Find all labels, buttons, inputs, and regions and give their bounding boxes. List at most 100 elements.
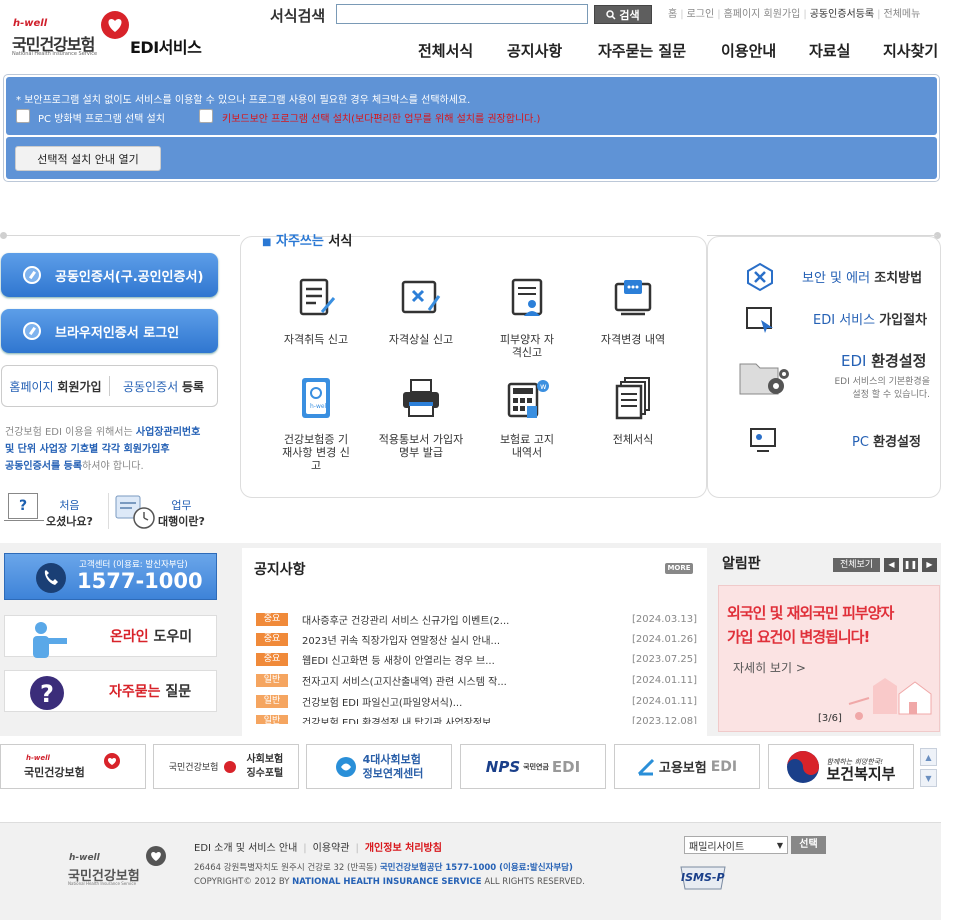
partner-p4-a: NPS <box>485 757 521 776</box>
error-x-icon <box>747 262 773 292</box>
join-link[interactable]: 홈페이지 회원가입 <box>2 378 109 395</box>
notice-row[interactable]: 중요 대사증후군 건강관리 서비스 신규가입 이벤트(2... [2024.03.1… <box>256 610 697 629</box>
partner-4-insurance-center[interactable]: 4대사회보험 정보연계센터 <box>306 744 452 789</box>
partner-down-button[interactable]: ▼ <box>920 769 937 787</box>
partner-social-insurance-portal[interactable]: 국민건강보험 사회보험 징수포털 <box>153 744 299 789</box>
partner-up-button[interactable]: ▲ <box>920 748 937 766</box>
footer-copy-b: NATIONAL HEALTH INSURANCE SERVICE <box>292 877 482 887</box>
cert-register-link[interactable]: 공동인증서 등록 <box>110 378 217 395</box>
top-link-join[interactable]: 홈페이지 회원가입 <box>724 9 801 20</box>
notice-row[interactable]: 일반 건강보험 EDI 파일신고(파일양서식)... [2024.01.11] <box>256 692 697 711</box>
customer-center-banner[interactable]: 고객센터 (이용료: 발신자부담) 1577-1000 <box>4 553 217 600</box>
top-link-login[interactable]: 로그인 <box>687 9 715 20</box>
fav-item-dependent[interactable]: 피부양자 자격신고 <box>472 276 582 359</box>
notice-badge: 일반 <box>256 715 288 724</box>
online-helper-button[interactable]: 온라인 도우미 <box>4 615 217 658</box>
banner-headline: 외국인 및 재외국민 피부양자 가입 요건이 변경됩니다! <box>727 601 894 649</box>
agent-service-a: 업무 <box>171 499 192 512</box>
nav-notice[interactable]: 공지사항 <box>507 40 598 61</box>
first-visit-link[interactable]: 처음 오셨나요? <box>46 498 93 530</box>
helper-person-icon <box>33 622 67 658</box>
notice-more-button[interactable]: MORE <box>665 563 693 574</box>
cert-login-button[interactable]: 공동인증서(구.공인인증서) <box>1 253 218 297</box>
search-button-label: 검색 <box>619 8 640 22</box>
fav-item-qualification-loss[interactable]: 자격상실 신고 <box>366 276 476 346</box>
faq-button[interactable]: ? 자주묻는 질문 <box>4 670 217 712</box>
fav-item-card-change[interactable]: h-well 건강보험증 기재사항 변경 신고 <box>261 376 371 472</box>
nav-guide[interactable]: 이용안내 <box>721 40 809 61</box>
taegeuk-logo-icon <box>787 750 820 783</box>
fav-item-all-forms[interactable]: 전체서식 <box>578 376 688 446</box>
footer-links: EDI 소개 및 서비스 안내 | 이용약관 | 개인정보 처리방침 <box>194 843 442 854</box>
footer-copy-c: ALL RIGHTS RESERVED. <box>484 877 585 887</box>
divider-dot <box>0 232 7 239</box>
fav-item-notice-issue[interactable]: 적용통보서 가입자명부 발급 <box>366 376 476 459</box>
security-guide-bar: 선택적 설치 안내 열기 <box>6 137 937 179</box>
family-site-select[interactable]: 패밀리사이트 ▼ <box>684 836 788 854</box>
security-note: * 보안프로그램 설치 없이도 서비스를 이용할 수 있으나 프로그램 사용이 … <box>16 95 471 106</box>
search-icon <box>606 9 616 20</box>
nav-library[interactable]: 자료실 <box>809 40 883 61</box>
search-button[interactable]: 검색 <box>594 5 652 24</box>
edi-env-b: 환경설정 <box>871 352 927 370</box>
partner-mohw[interactable]: 함께하는 희망한국! 보건복지부 <box>768 744 914 789</box>
svg-text:w: w <box>540 382 547 391</box>
notice-row[interactable]: 중요 2023년 귀속 직장가입자 연말정산 실시 안내... [2024.01.2… <box>256 630 697 649</box>
partner-p3-b: 정보연계센터 <box>362 766 424 780</box>
chat-screen-icon <box>614 280 652 316</box>
top-link-all-menu[interactable]: 전체메뉴 <box>884 9 921 20</box>
edi-join-procedure-link[interactable]: EDI 서비스 가입절차 <box>813 309 927 328</box>
edi-env-setting-link[interactable]: EDI 환경설정 <box>841 350 926 371</box>
footer-link-intro[interactable]: EDI 소개 및 서비스 안내 <box>194 843 297 854</box>
pc-env-setting-link[interactable]: PC 환경설정 <box>852 431 921 450</box>
keyboard-security-checkbox[interactable] <box>199 109 213 123</box>
board-all-button[interactable]: 전체보기 <box>833 558 880 572</box>
chevron-down-icon: ▼ <box>776 840 783 850</box>
firewall-checkbox[interactable] <box>16 109 30 123</box>
notice-row[interactable]: 일반 전자고지 서비스(고지산출내역) 관련 시스템 작... [2024.01.1… <box>256 671 697 690</box>
install-guide-button[interactable]: 선택적 설치 안내 열기 <box>15 146 161 171</box>
partner-p3-label: 4대사회보험 정보연계센터 <box>363 753 424 781</box>
footer-link-privacy[interactable]: 개인정보 처리방침 <box>365 843 442 854</box>
banner-more-link[interactable]: 자세히 보기 > <box>733 659 806 676</box>
fav-item-qualification-acquire[interactable]: 자격취득 신고 <box>261 276 371 346</box>
partner-p5-b: EDI <box>710 758 738 775</box>
search-input[interactable] <box>336 4 588 24</box>
notice-badge: 일반 <box>256 674 288 687</box>
online-helper-b: 도우미 <box>153 629 193 645</box>
security-error-b: 조치방법 <box>874 271 923 286</box>
partner-nhis[interactable]: h-well 국민건강보험 <box>0 744 146 789</box>
notice-row-title: 전자고지 서비스(고지산출내역) 관련 시스템 작... <box>302 677 507 688</box>
footer-logo: h-well 국민건강보험 National Health Insurance … <box>66 845 186 886</box>
board-prev-button[interactable]: ◀ <box>884 558 899 572</box>
fav-item-premium-notice[interactable]: w 보험료 고지내역서 <box>472 376 582 459</box>
svg-text:?: ? <box>40 680 54 708</box>
browser-cert-login-button[interactable]: 브라우저인증서 로그인 <box>1 309 218 353</box>
logo[interactable]: h-well 국민건강보험 National Health Insurance … <box>10 8 210 58</box>
partner-p6-label: 함께하는 희망한국! 보건복지부 <box>826 753 895 782</box>
notice-row[interactable]: 중요 웹EDI 신고화면 등 새창이 안열리는 경우 브... [2023.07.2… <box>256 650 697 669</box>
nav-branch-search[interactable]: 지사찾기 <box>883 40 938 61</box>
notice-badge: 중요 <box>256 613 288 626</box>
security-error-link[interactable]: 보안 및 에러 조치방법 <box>802 267 922 286</box>
notice-banner[interactable]: 외국인 및 재외국민 피부양자 가입 요건이 변경됩니다! 자세히 보기 > [… <box>718 585 940 732</box>
nav-faq[interactable]: 자주묻는 질문 <box>598 40 721 61</box>
nav-all-forms[interactable]: 전체서식 <box>418 40 507 61</box>
member-links: 홈페이지 회원가입 공동인증서 등록 <box>1 365 218 407</box>
heart-logo-icon <box>104 752 120 769</box>
fav-item-qualification-change[interactable]: 자격변경 내역 <box>578 276 688 346</box>
footer-link-terms[interactable]: 이용약관 <box>313 843 350 854</box>
partner-employment-edi[interactable]: 고용보험 EDI <box>614 744 760 789</box>
partner-nps-edi[interactable]: NPS 국민연금 EDI <box>460 744 606 789</box>
calculator-icon: w <box>507 380 549 418</box>
partner-nhis-name: 국민건강보험 <box>24 765 85 779</box>
board-pause-button[interactable]: ❚❚ <box>903 558 918 572</box>
agent-service-link[interactable]: 업무 대행이란? <box>158 498 205 530</box>
notice-row[interactable]: 일반 건강보험 EDI 환경설정 내 탑기관 사업장정보 [2023.12.08] <box>256 712 697 724</box>
top-link-cert-register[interactable]: 공동인증서등록 <box>810 9 874 20</box>
family-site-go-button[interactable]: 선택 <box>791 836 826 854</box>
favorite-forms-title: ■ 자주쓰는 서식 <box>262 230 352 249</box>
top-link-home[interactable]: 홈 <box>668 9 677 20</box>
board-next-button[interactable]: ▶ <box>922 558 937 572</box>
isms-label: ISMS-P <box>681 871 725 884</box>
